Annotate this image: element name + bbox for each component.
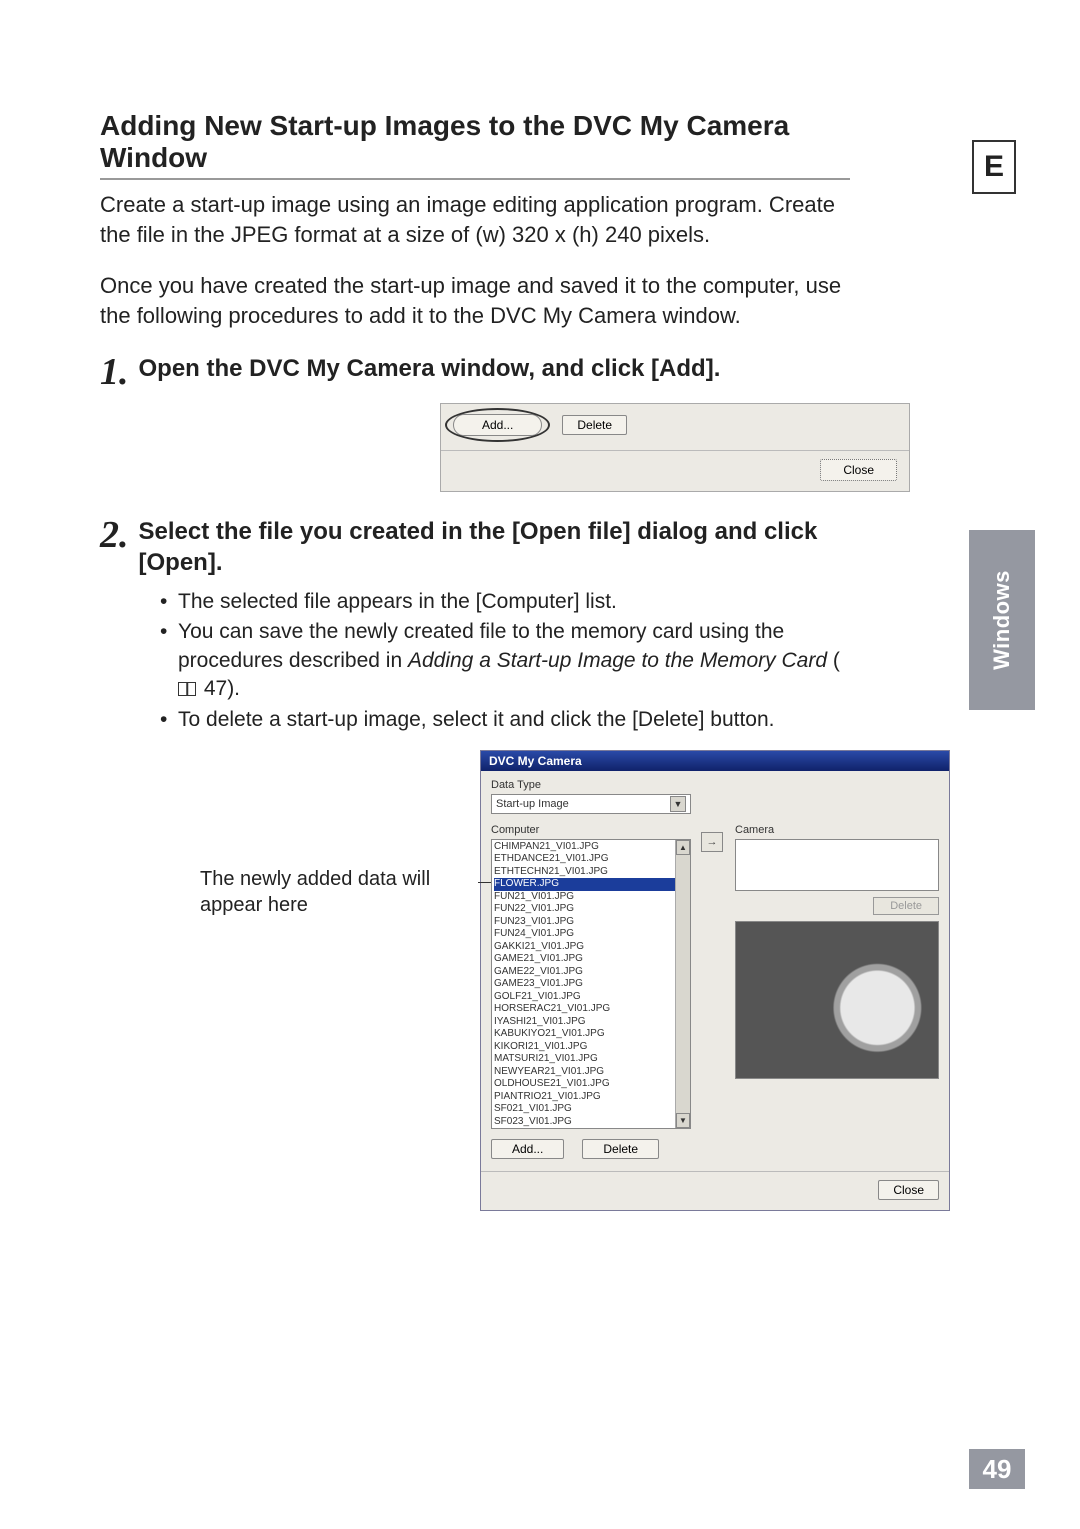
intro-paragraph-1: Create a start-up image using an image e… [100,190,850,249]
list-item[interactable]: HORSERAC21_VI01.JPG [494,1003,690,1016]
window-titlebar: DVC My Camera [481,751,949,771]
list-item[interactable]: KIKORI21_VI01.JPG [494,1041,690,1054]
bullet-2: You can save the newly created file to t… [160,618,850,703]
bullet-2c: 47). [198,677,240,700]
side-tab-label: Windows [989,570,1015,670]
list-item[interactable]: FUN22_VI01.JPG [494,903,690,916]
scrollbar[interactable]: ▲ ▼ [675,840,690,1128]
close-button[interactable]: Close [820,459,897,481]
delete-button[interactable]: Delete [562,415,627,435]
camera-listbox[interactable] [735,839,939,891]
screenshot-add-delete: Add... Delete Close [440,403,910,492]
camera-delete-button[interactable]: Delete [873,897,939,915]
camera-label: Camera [735,824,939,836]
computer-label: Computer [491,824,691,836]
list-item[interactable]: GAKKI21_VI01.JPG [494,941,690,954]
list-item[interactable]: CHIMPAN21_VI01.JPG [494,841,690,854]
step-2: 2. Select the file you created in the [O… [100,516,990,578]
delete-button-2[interactable]: Delete [582,1139,659,1159]
transfer-right-button[interactable]: → [701,832,723,852]
page-number: 49 [969,1449,1025,1489]
step-1: 1. Open the DVC My Camera window, and cl… [100,353,990,391]
list-item[interactable]: FLOWER.JPG [494,878,690,891]
scroll-up-icon[interactable]: ▲ [676,840,690,855]
list-item[interactable]: GAME23_VI01.JPG [494,978,690,991]
bullet-3: To delete a start-up image, select it an… [160,706,850,734]
preview-image [735,921,939,1079]
add-button-2[interactable]: Add... [491,1139,564,1159]
list-item[interactable]: IYASHI21_VI01.JPG [494,1016,690,1029]
intro-paragraph-2: Once you have created the start-up image… [100,271,850,330]
list-item[interactable]: MATSURI21_VI01.JPG [494,1053,690,1066]
edge-letter-badge: E [972,140,1016,194]
scroll-down-icon[interactable]: ▼ [676,1113,690,1128]
callout-text: The newly added data will appear here [200,750,480,918]
step-2-number: 2. [100,516,129,554]
step-2-heading: Select the file you created in the [Open… [139,516,859,578]
list-item[interactable]: NEWYEAR21_VI01.JPG [494,1066,690,1079]
list-item[interactable]: KABUKIYO21_VI01.JPG [494,1028,690,1041]
list-item[interactable]: GAME21_VI01.JPG [494,953,690,966]
side-tab-windows: Windows [969,530,1035,710]
list-item[interactable]: FUN24_VI01.JPG [494,928,690,941]
list-item[interactable]: ETHTECHN21_VI01.JPG [494,866,690,879]
close-button-2[interactable]: Close [878,1180,939,1200]
list-item[interactable]: ETHDANCE21_VI01.JPG [494,853,690,866]
bullet-2-italic: Adding a Start-up Image to the Memory Ca… [408,649,827,672]
divider-2 [481,1171,949,1172]
page-ref-icon [178,682,196,696]
data-type-dropdown[interactable]: Start-up Image ▼ [491,794,691,814]
section-heading: Adding New Start-up Images to the DVC My… [100,110,850,180]
list-item[interactable]: FUN23_VI01.JPG [494,916,690,929]
list-item[interactable]: SF023_VI01.JPG [494,1116,690,1129]
screenshot-dvc-my-camera: DVC My Camera Data Type Start-up Image ▼… [480,750,950,1211]
list-item[interactable]: SF021_VI01.JPG [494,1103,690,1116]
callout-label: The newly added data will appear here [200,868,430,916]
list-item[interactable]: GAME22_VI01.JPG [494,966,690,979]
list-item[interactable]: PIANTRIO21_VI01.JPG [494,1091,690,1104]
data-type-value: Start-up Image [496,798,569,810]
chevron-down-icon[interactable]: ▼ [670,796,686,812]
data-type-label: Data Type [491,779,939,791]
divider [441,450,909,451]
step-1-heading: Open the DVC My Camera window, and click… [139,353,859,384]
list-item[interactable]: GOLF21_VI01.JPG [494,991,690,1004]
step-2-bullets: The selected file appears in the [Comput… [160,588,850,734]
list-item[interactable]: FUN21_VI01.JPG [494,891,690,904]
list-item[interactable]: OLDHOUSE21_VI01.JPG [494,1078,690,1091]
add-button[interactable]: Add... [453,414,542,436]
step-1-number: 1. [100,353,129,391]
computer-listbox[interactable]: CHIMPAN21_VI01.JPGETHDANCE21_VI01.JPGETH… [491,839,691,1129]
bullet-1: The selected file appears in the [Comput… [160,588,850,616]
